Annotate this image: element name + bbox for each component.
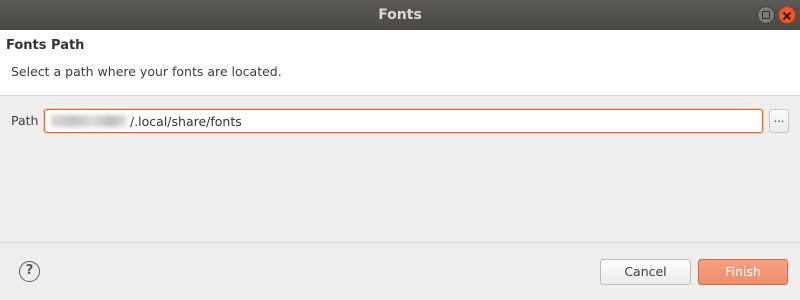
help-icon[interactable]: ? [19, 261, 40, 282]
path-label: Path [11, 113, 39, 128]
footer-divider [0, 242, 800, 243]
maximize-icon[interactable] [757, 6, 775, 24]
redacted-username [51, 115, 127, 127]
path-value: /.local/share/fonts [130, 113, 242, 129]
window-title: Fonts [378, 7, 422, 23]
dialog-header: Fonts Path Select a path where your font… [0, 30, 800, 96]
finish-button[interactable]: Finish [698, 259, 788, 285]
page-title: Fonts Path [6, 38, 85, 53]
page-description: Select a path where your fonts are locat… [11, 64, 282, 79]
browse-button[interactable]: ... [769, 109, 789, 133]
path-input[interactable]: /.local/share/fonts [44, 109, 763, 133]
cancel-button[interactable]: Cancel [600, 259, 691, 285]
close-icon[interactable] [778, 6, 796, 24]
window-titlebar[interactable]: Fonts [0, 0, 800, 30]
